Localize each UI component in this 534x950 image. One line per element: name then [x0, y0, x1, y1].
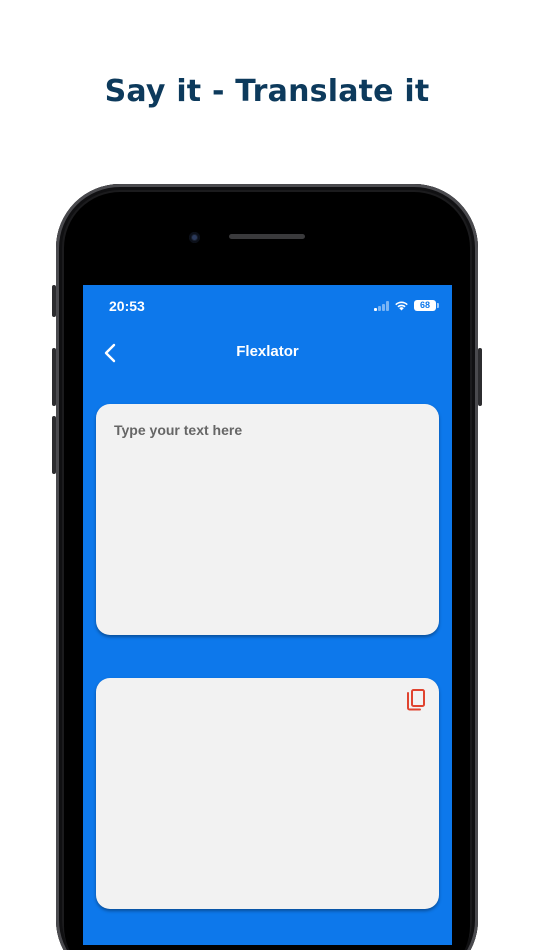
battery-icon: 68: [414, 300, 439, 311]
input-card: [96, 404, 439, 635]
front-camera: [189, 232, 200, 243]
wifi-icon: [395, 301, 408, 311]
status-time: 20:53: [109, 298, 145, 314]
power-button: [478, 348, 482, 406]
status-icons: 68: [374, 300, 439, 311]
earpiece-speaker: [229, 234, 305, 239]
cellular-signal-icon: [374, 300, 389, 311]
app-screen: 20:53 68 Flexlator: [83, 285, 452, 945]
output-card: [96, 678, 439, 909]
page-title: Flexlator: [236, 343, 299, 360]
headline: Say it - Translate it: [104, 74, 430, 109]
source-text-input[interactable]: [114, 422, 419, 617]
translation-output: [114, 696, 419, 891]
